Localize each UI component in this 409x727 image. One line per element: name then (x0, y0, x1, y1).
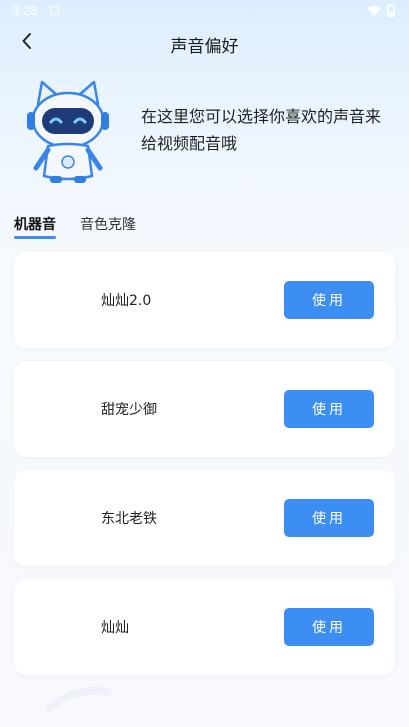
notification-icon (50, 6, 59, 15)
wifi-icon (367, 5, 381, 17)
nav-bar: 声音偏好 (0, 24, 409, 62)
page-title: 声音偏好 (170, 37, 239, 57)
voice-name: 灿灿2.0 (101, 293, 152, 309)
status-bar: 3:28 (0, 0, 409, 24)
robot-mascot-image (18, 76, 118, 186)
use-button[interactable]: 使用 (284, 390, 374, 428)
voice-name: 东北老铁 (101, 511, 157, 527)
status-time: 3:28 (12, 3, 38, 18)
hero-banner: 在这里您可以选择你喜欢的声音来给视频配音哦 (0, 70, 409, 190)
battery-icon (387, 4, 395, 17)
hero-description: 在这里您可以选择你喜欢的声音来给视频配音哦 (141, 107, 382, 153)
active-tab-indicator (14, 236, 56, 239)
status-icons (367, 4, 395, 17)
voice-name: 甜宠少御 (101, 402, 157, 418)
use-button[interactable]: 使用 (284, 608, 374, 646)
decorative-wave (46, 684, 116, 714)
voice-type-tabs: 机器音 音色克隆 (0, 214, 409, 244)
voice-card: 东北老铁 使用 (14, 470, 395, 566)
voice-name: 灿灿 (101, 620, 129, 636)
voice-card: 灿灿 使用 (14, 579, 395, 675)
tab-voice-clone[interactable]: 音色克隆 (80, 214, 136, 234)
tab-machine-voice[interactable]: 机器音 (14, 214, 56, 234)
use-button[interactable]: 使用 (284, 499, 374, 537)
voice-card: 甜宠少御 使用 (14, 361, 395, 457)
use-button[interactable]: 使用 (284, 281, 374, 319)
voice-card: 灿灿2.0 使用 (14, 252, 395, 348)
